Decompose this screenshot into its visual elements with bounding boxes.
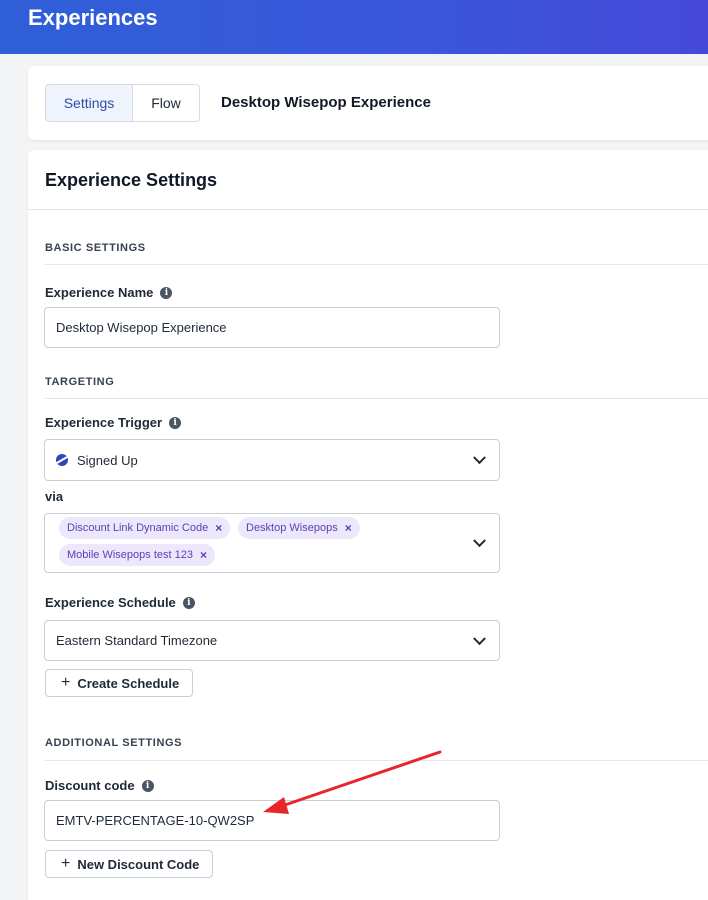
annotation-arrow-icon xyxy=(263,750,442,814)
